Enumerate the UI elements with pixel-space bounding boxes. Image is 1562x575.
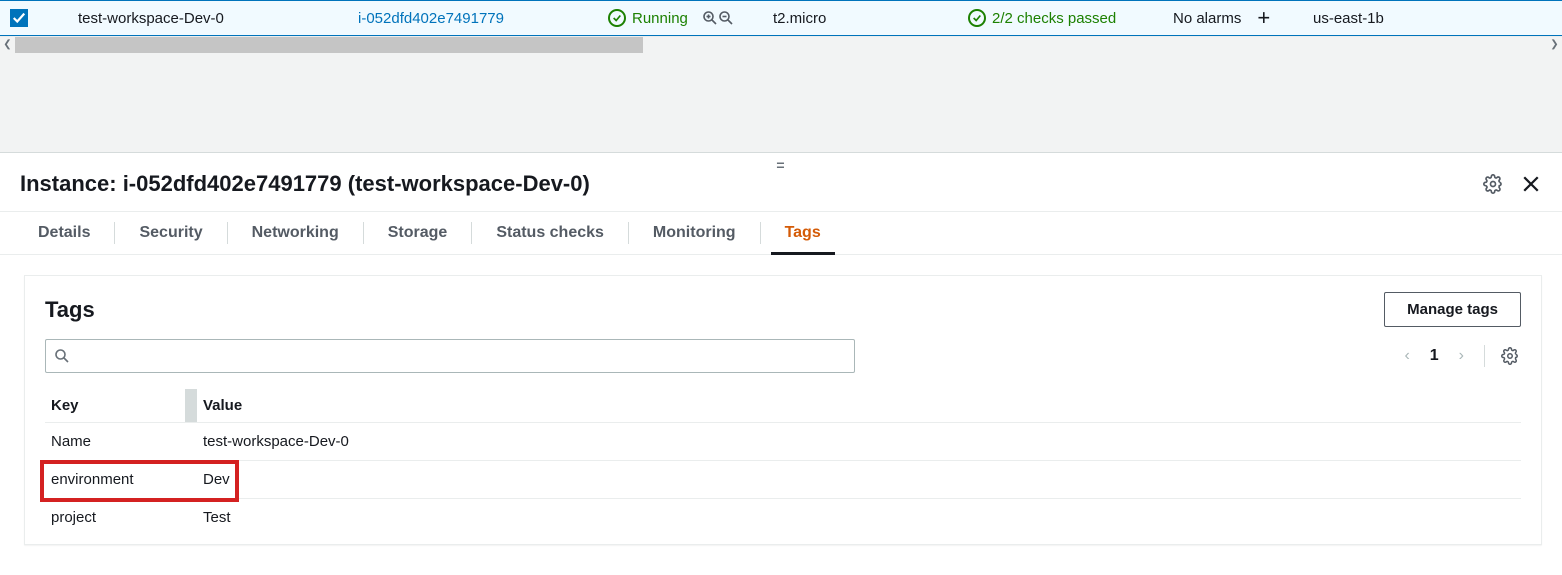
search-icon xyxy=(54,348,70,364)
tags-table: Key Value Nametest-workspace-Dev-0enviro… xyxy=(45,389,1521,536)
tab-status-checks[interactable]: Status checks xyxy=(472,212,628,254)
pager: ‹ 1 › xyxy=(1398,345,1521,367)
instance-name: test-workspace-Dev-0 xyxy=(78,10,358,27)
cell-separator xyxy=(185,423,197,461)
next-page-icon[interactable]: › xyxy=(1453,345,1470,367)
settings-icon[interactable] xyxy=(1482,173,1504,195)
status-checks: 2/2 checks passed xyxy=(968,9,1173,27)
table-row: project Test xyxy=(45,499,1521,537)
instance-state: Running xyxy=(608,9,773,27)
scroll-left-icon[interactable]: ❮ xyxy=(0,37,15,53)
status-ok-icon xyxy=(608,9,626,27)
instance-row[interactable]: test-workspace-Dev-0 i-052dfd402e7491779… xyxy=(0,0,1562,36)
col-header-key: Key xyxy=(45,389,185,423)
drag-handle-icon[interactable]: = xyxy=(776,157,785,173)
close-icon[interactable] xyxy=(1520,173,1542,195)
tags-search-box[interactable] xyxy=(45,339,855,373)
instance-id-link[interactable]: i-052dfd402e7491779 xyxy=(358,10,608,27)
row-checkbox[interactable] xyxy=(10,9,28,27)
table-row: environment Dev xyxy=(45,461,1521,499)
alarm-status: No alarms + xyxy=(1173,7,1303,29)
cell-separator xyxy=(185,499,197,537)
detail-panel: = Instance: i-052dfd402e7491779 (test-wo… xyxy=(0,152,1562,545)
prev-page-icon[interactable]: ‹ xyxy=(1398,345,1415,367)
tab-tags[interactable]: Tags xyxy=(761,212,845,254)
splitter-gap xyxy=(0,52,1562,152)
tab-storage[interactable]: Storage xyxy=(364,212,472,254)
tag-value: Test xyxy=(197,499,1521,537)
tags-search-input[interactable] xyxy=(76,348,846,364)
scroll-track[interactable] xyxy=(15,37,1547,53)
tag-key: project xyxy=(45,499,185,537)
page-number: 1 xyxy=(1430,347,1439,365)
tag-value: test-workspace-Dev-0 xyxy=(197,423,1521,461)
status-ok-icon xyxy=(968,9,986,27)
tab-monitoring[interactable]: Monitoring xyxy=(629,212,760,254)
horizontal-scrollbar[interactable]: ❮ ❯ xyxy=(0,36,1562,52)
manage-tags-button[interactable]: Manage tags xyxy=(1384,292,1521,327)
tag-value: Dev xyxy=(197,461,1521,499)
tags-heading: Tags xyxy=(45,297,95,323)
panel-title: Instance: i-052dfd402e7491779 (test-work… xyxy=(20,171,590,197)
scroll-right-icon[interactable]: ❯ xyxy=(1547,37,1562,53)
table-settings-icon[interactable] xyxy=(1499,345,1521,367)
cell-separator xyxy=(185,461,197,499)
scroll-thumb[interactable] xyxy=(15,37,643,53)
tab-networking[interactable]: Networking xyxy=(228,212,363,254)
separator xyxy=(1484,345,1485,367)
add-alarm-icon[interactable]: + xyxy=(1257,7,1270,29)
col-header-value: Value xyxy=(197,389,1521,423)
instance-type: t2.micro xyxy=(773,10,968,27)
tag-key: Name xyxy=(45,423,185,461)
table-row: Name test-workspace-Dev-0 xyxy=(45,423,1521,461)
tab-security[interactable]: Security xyxy=(115,212,226,254)
tags-container: Tags Manage tags ‹ 1 › Key xyxy=(24,275,1542,545)
zoom-out-icon[interactable] xyxy=(718,10,734,26)
col-separator xyxy=(185,389,197,423)
tag-key: environment xyxy=(45,461,185,499)
tab-details[interactable]: Details xyxy=(14,212,114,254)
availability-zone: us-east-1b xyxy=(1313,10,1453,27)
zoom-in-icon[interactable] xyxy=(702,10,718,26)
tab-bar: Details Security Networking Storage Stat… xyxy=(0,211,1562,255)
